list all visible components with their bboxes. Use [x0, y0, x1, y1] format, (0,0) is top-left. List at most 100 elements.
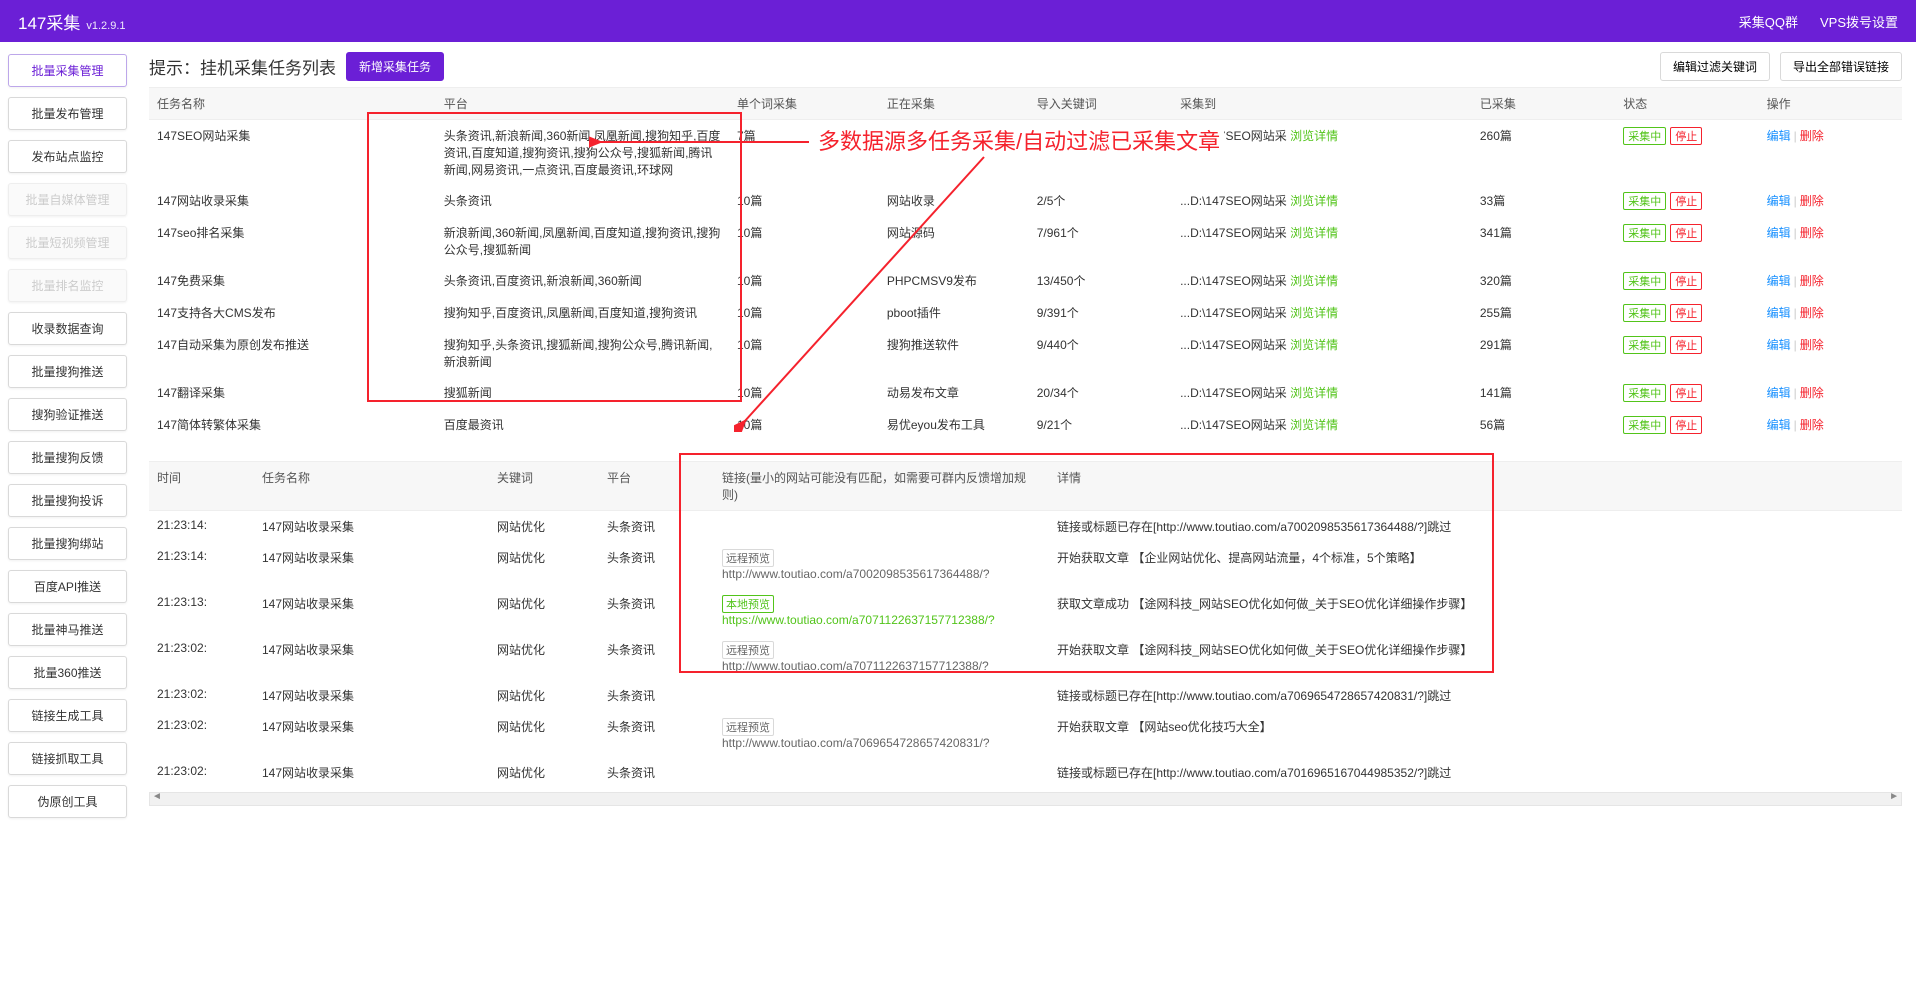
status-stop-button[interactable]: 停止: [1670, 384, 1702, 402]
status-stop-button[interactable]: 停止: [1670, 127, 1702, 145]
delete-link[interactable]: 删除: [1800, 194, 1824, 208]
view-detail-link[interactable]: 浏览详情: [1290, 194, 1338, 208]
view-detail-link[interactable]: 浏览详情: [1290, 226, 1338, 240]
badge-remote[interactable]: 远程预览: [722, 718, 774, 736]
edit-link[interactable]: 编辑: [1767, 274, 1791, 288]
badge-remote[interactable]: 远程预览: [722, 549, 774, 567]
th-log-key: 关键词: [489, 462, 599, 511]
add-task-button[interactable]: 新增采集任务: [346, 52, 444, 81]
status-running: 采集中: [1623, 304, 1666, 322]
task-row: 147支持各大CMS发布搜狗知乎,百度资讯,凤凰新闻,百度知道,搜狗资讯10篇p…: [149, 297, 1902, 329]
cell-status: 采集中停止: [1615, 329, 1758, 377]
badge-remote[interactable]: 远程预览: [722, 641, 774, 659]
edit-filter-button[interactable]: 编辑过滤关键词: [1660, 52, 1770, 81]
horizontal-scrollbar[interactable]: [149, 792, 1902, 806]
edit-link[interactable]: 编辑: [1767, 194, 1791, 208]
sidebar-item-6[interactable]: 收录数据查询: [8, 312, 127, 345]
cell-log-link: [714, 511, 1049, 543]
th-log-time: 时间: [149, 462, 254, 511]
cell-log-task: 147网站收录采集: [254, 757, 489, 788]
cell-log-task: 147网站收录采集: [254, 711, 489, 757]
view-detail-link[interactable]: 浏览详情: [1290, 418, 1338, 432]
delete-link[interactable]: 删除: [1800, 129, 1824, 143]
sidebar-item-1[interactable]: 批量发布管理: [8, 97, 127, 130]
task-row: 147网站收录采集头条资讯10篇网站收录2/5个...D:\147SEO网站采 …: [149, 185, 1902, 217]
cell-count: 260篇: [1472, 120, 1615, 186]
cell-keys: 13/450个: [1029, 265, 1172, 297]
cell-single: 10篇: [729, 185, 879, 217]
cell-count: 56篇: [1472, 409, 1615, 441]
delete-link[interactable]: 删除: [1800, 418, 1824, 432]
cell-keys: 9/21个: [1029, 409, 1172, 441]
sidebar-item-0[interactable]: 批量采集管理: [8, 54, 127, 87]
cell-name: 147SEO网站采集: [149, 120, 436, 186]
status-stop-button[interactable]: 停止: [1670, 224, 1702, 242]
sidebar-item-11[interactable]: 批量搜狗绑站: [8, 527, 127, 560]
export-bad-links-button[interactable]: 导出全部错误链接: [1780, 52, 1902, 81]
sidebar-item-2[interactable]: 发布站点监控: [8, 140, 127, 173]
cell-name: 147翻译采集: [149, 377, 436, 409]
sidebar-item-17[interactable]: 伪原创工具: [8, 785, 127, 818]
sidebar-item-7[interactable]: 批量搜狗推送: [8, 355, 127, 388]
sidebar-item-15[interactable]: 链接生成工具: [8, 699, 127, 732]
edit-link[interactable]: 编辑: [1767, 226, 1791, 240]
link-qq-group[interactable]: 采集QQ群: [1739, 12, 1798, 31]
cell-status: 采集中停止: [1615, 409, 1758, 441]
log-url[interactable]: http://www.toutiao.com/a7071122637157712…: [722, 659, 989, 673]
th-platform: 平台: [436, 88, 729, 120]
delete-link[interactable]: 删除: [1800, 386, 1824, 400]
sidebar-item-8[interactable]: 搜狗验证推送: [8, 398, 127, 431]
view-detail-link[interactable]: 浏览详情: [1290, 386, 1338, 400]
cell-status: 采集中停止: [1615, 377, 1758, 409]
sidebar-item-13[interactable]: 批量神马推送: [8, 613, 127, 646]
sidebar-item-9[interactable]: 批量搜狗反馈: [8, 441, 127, 474]
sidebar-item-14[interactable]: 批量360推送: [8, 656, 127, 689]
cell-count: 291篇: [1472, 329, 1615, 377]
cell-ops: 编辑|删除: [1759, 297, 1902, 329]
cell-log-time: 21:23:02:: [149, 680, 254, 711]
status-stop-button[interactable]: 停止: [1670, 192, 1702, 210]
log-url[interactable]: http://www.toutiao.com/a7069654728657420…: [722, 736, 990, 750]
cell-name: 147自动采集为原创发布推送: [149, 329, 436, 377]
edit-link[interactable]: 编辑: [1767, 338, 1791, 352]
cell-count: 320篇: [1472, 265, 1615, 297]
view-detail-link[interactable]: 浏览详情: [1290, 338, 1338, 352]
edit-link[interactable]: 编辑: [1767, 386, 1791, 400]
edit-link[interactable]: 编辑: [1767, 129, 1791, 143]
cell-single: 10篇: [729, 377, 879, 409]
delete-link[interactable]: 删除: [1800, 226, 1824, 240]
cell-log-link: 远程预览http://www.toutiao.com/a707112263715…: [714, 634, 1049, 680]
th-current: 正在采集: [879, 88, 1029, 120]
status-stop-button[interactable]: 停止: [1670, 336, 1702, 354]
status-stop-button[interactable]: 停止: [1670, 304, 1702, 322]
cell-log-task: 147网站收录采集: [254, 511, 489, 543]
edit-link[interactable]: 编辑: [1767, 306, 1791, 320]
cell-ops: 编辑|删除: [1759, 185, 1902, 217]
delete-link[interactable]: 删除: [1800, 306, 1824, 320]
log-url[interactable]: https://www.toutiao.com/a707112263715771…: [722, 613, 995, 627]
link-vps-settings[interactable]: VPS拨号设置: [1820, 12, 1898, 31]
app-title: 147采集: [18, 9, 80, 34]
cell-count: 141篇: [1472, 377, 1615, 409]
cell-ops: 编辑|删除: [1759, 120, 1902, 186]
status-stop-button[interactable]: 停止: [1670, 416, 1702, 434]
delete-link[interactable]: 删除: [1800, 338, 1824, 352]
cell-ops: 编辑|删除: [1759, 377, 1902, 409]
view-detail-link[interactable]: 浏览详情: [1290, 274, 1338, 288]
cell-single: 10篇: [729, 217, 879, 265]
log-url[interactable]: http://www.toutiao.com/a7002098535617364…: [722, 567, 990, 581]
edit-link[interactable]: 编辑: [1767, 418, 1791, 432]
badge-local[interactable]: 本地预览: [722, 595, 774, 613]
delete-link[interactable]: 删除: [1800, 274, 1824, 288]
cell-status: 采集中停止: [1615, 297, 1758, 329]
cell-log-time: 21:23:02:: [149, 634, 254, 680]
sidebar-item-10[interactable]: 批量搜狗投诉: [8, 484, 127, 517]
cell-current: 网站优化: [879, 120, 1029, 186]
sidebar-item-16[interactable]: 链接抓取工具: [8, 742, 127, 775]
view-detail-link[interactable]: 浏览详情: [1290, 129, 1338, 143]
cell-platform: 新浪新闻,360新闻,凤凰新闻,百度知道,搜狗资讯,搜狗公众号,搜狐新闻: [436, 217, 729, 265]
view-detail-link[interactable]: 浏览详情: [1290, 306, 1338, 320]
status-stop-button[interactable]: 停止: [1670, 272, 1702, 290]
sidebar-item-12[interactable]: 百度API推送: [8, 570, 127, 603]
th-log-task: 任务名称: [254, 462, 489, 511]
